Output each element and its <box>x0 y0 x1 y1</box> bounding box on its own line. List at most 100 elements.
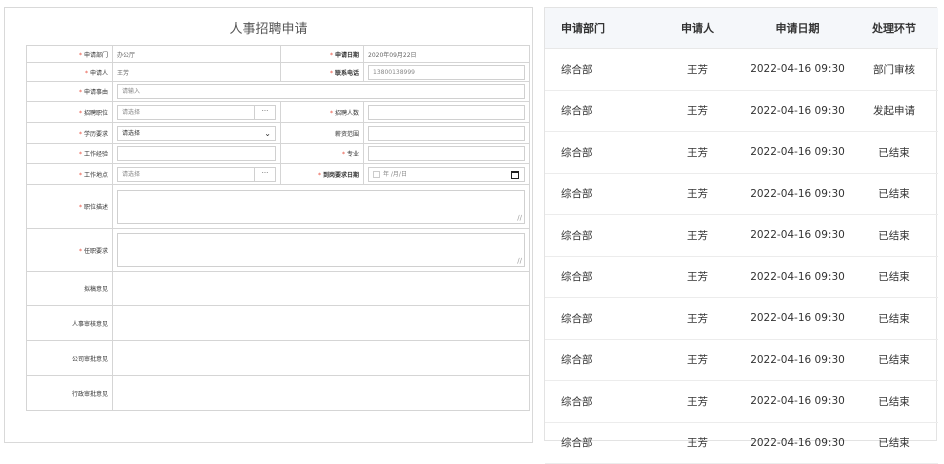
table-row[interactable]: 综合部 王芳 2022-04-16 09:30 已结束 <box>545 422 938 464</box>
row-date: 2022-04-16 09:30 <box>745 339 850 381</box>
row-applicant: 王芳 <box>650 131 745 174</box>
application-list-panel: 申请部门 申请人 申请日期 处理环节 综合部 王芳 2022-04-16 09:30… <box>544 7 938 464</box>
chevron-down-icon: ⌄ <box>264 128 271 138</box>
desc-label: * 职位描述 <box>26 184 113 229</box>
reason-input[interactable]: 请输入 <box>117 84 525 99</box>
row-date: 2022-04-16 09:30 <box>745 256 850 298</box>
row-dept: 综合部 <box>545 90 650 132</box>
row-stage: 已结束 <box>850 380 938 423</box>
admin-cell <box>112 375 530 411</box>
arrival-placeholder: 年 /月/日 <box>383 170 407 178</box>
row-date: 2022-04-16 09:30 <box>745 214 850 257</box>
row-date: 2022-04-16 09:30 <box>745 422 850 464</box>
row-applicant: 王芳 <box>650 380 745 423</box>
row-stage: 已结束 <box>850 214 938 257</box>
row-applicant: 王芳 <box>650 48 745 91</box>
row-stage: 已结束 <box>850 173 938 215</box>
row-applicant: 王芳 <box>650 256 745 298</box>
row-date: 2022-04-16 09:30 <box>745 173 850 215</box>
calendar-placeholder-icon <box>373 170 380 178</box>
date-value: 2020年09月22日 <box>363 45 530 63</box>
duty-textarea[interactable]: ∕∕ <box>117 233 525 267</box>
proposal-cell <box>112 271 530 306</box>
recruitment-form-panel: 人事招聘申请 * 申请部门 办公厅 * 申请日期 2020年09月22日 * 申请人 … <box>4 7 533 443</box>
hr-cell <box>112 305 530 341</box>
major-input[interactable] <box>368 146 525 161</box>
row-applicant: 王芳 <box>650 297 745 340</box>
position-label: * 招聘职位 <box>26 101 113 123</box>
major-label: * 专业 <box>280 143 364 164</box>
row-stage: 已结束 <box>850 339 938 381</box>
row-date: 2022-04-16 09:30 <box>745 48 850 91</box>
row-applicant: 王芳 <box>650 214 745 257</box>
duty-label: * 任职要求 <box>26 228 113 272</box>
table-row[interactable]: 综合部 王芳 2022-04-16 09:30 已结束 <box>545 131 938 174</box>
location-browse-button[interactable]: ··· <box>254 167 275 181</box>
calendar-icon[interactable] <box>511 170 519 179</box>
row-stage: 已结束 <box>850 131 938 174</box>
arrival-label: * 到岗要求日期 <box>280 163 364 185</box>
row-dept: 综合部 <box>545 173 650 215</box>
proposal-label: 拟稿意见 <box>26 271 113 306</box>
row-date: 2022-04-16 09:30 <box>745 90 850 132</box>
edu-label: * 学历要求 <box>26 122 113 144</box>
table-row[interactable]: 综合部 王芳 2022-04-16 09:30 已结束 <box>545 214 938 257</box>
row-dept: 综合部 <box>545 131 650 174</box>
resize-grip-icon[interactable]: ∕∕ <box>517 214 522 222</box>
header-date: 申请日期 <box>745 8 850 49</box>
position-picker[interactable]: 请选择 ··· <box>117 104 276 120</box>
resize-grip-icon[interactable]: ∕∕ <box>517 258 522 265</box>
list-body: 综合部 王芳 2022-04-16 09:30 部门审核 综合部 王芳 2022-04-16… <box>545 48 938 464</box>
row-applicant: 王芳 <box>650 339 745 381</box>
table-row[interactable]: 综合部 王芳 2022-04-16 09:30 部门审核 <box>545 48 938 91</box>
application-list-table: 申请部门 申请人 申请日期 处理环节 综合部 王芳 2022-04-16 09:30… <box>545 8 938 464</box>
table-row[interactable]: 综合部 王芳 2022-04-16 09:30 发起申请 <box>545 90 938 132</box>
position-browse-button[interactable]: ··· <box>254 105 275 119</box>
count-label: * 招聘人数 <box>280 101 364 123</box>
row-applicant: 王芳 <box>650 173 745 215</box>
row-dept: 综合部 <box>545 297 650 340</box>
exp-input[interactable] <box>117 146 276 161</box>
salary-input[interactable] <box>368 125 525 141</box>
table-row[interactable]: 综合部 王芳 2022-04-16 09:30 已结束 <box>545 339 938 381</box>
date-label: * 申请日期 <box>280 45 364 63</box>
row-date: 2022-04-16 09:30 <box>745 380 850 423</box>
table-row[interactable]: 综合部 王芳 2022-04-16 09:30 已结束 <box>545 297 938 340</box>
table-row[interactable]: 综合部 王芳 2022-04-16 09:30 已结束 <box>545 256 938 298</box>
row-dept: 综合部 <box>545 214 650 257</box>
row-applicant: 王芳 <box>650 422 745 464</box>
location-label: * 工作地点 <box>26 163 113 185</box>
row-dept: 综合部 <box>545 339 650 381</box>
list-header-row: 申请部门 申请人 申请日期 处理环节 <box>545 8 938 49</box>
dept-label: * 申请部门 <box>26 45 113 63</box>
header-applicant: 申请人 <box>650 8 745 49</box>
salary-label: 薪资范围 <box>280 122 364 144</box>
row-stage: 发起申请 <box>850 90 938 132</box>
applicant-label: * 申请人 <box>26 62 113 82</box>
admin-label: 行政审批意见 <box>26 375 113 411</box>
edu-select[interactable]: 请选择 ⌄ <box>117 125 276 141</box>
phone-field[interactable]: 13800138999 <box>368 64 525 80</box>
row-stage: 已结束 <box>850 422 938 464</box>
row-stage: 部门审核 <box>850 48 938 91</box>
row-dept: 综合部 <box>545 256 650 298</box>
arrival-date-input[interactable]: 年 /月/日 <box>368 166 525 182</box>
exp-label: * 工作经验 <box>26 143 113 164</box>
count-input[interactable] <box>368 104 525 120</box>
header-stage: 处理环节 <box>850 8 938 49</box>
table-row[interactable]: 综合部 王芳 2022-04-16 09:30 已结束 <box>545 173 938 215</box>
row-date: 2022-04-16 09:30 <box>745 131 850 174</box>
company-label: 公司审批意见 <box>26 340 113 376</box>
location-picker[interactable]: 请选择 ··· <box>117 166 276 182</box>
table-row[interactable]: 综合部 王芳 2022-04-16 09:30 已结束 <box>545 380 938 423</box>
reason-label: * 申请事由 <box>26 81 113 102</box>
edu-selected: 请选择 <box>122 129 141 137</box>
recruitment-form-table: * 申请部门 办公厅 * 申请日期 2020年09月22日 * 申请人 王芳 * 联系电… <box>26 45 530 411</box>
applicant-value: 王芳 <box>112 62 281 82</box>
position-placeholder: 请选择 <box>122 108 141 116</box>
row-applicant: 王芳 <box>650 90 745 132</box>
location-placeholder: 请选择 <box>122 170 141 178</box>
company-cell <box>112 340 530 376</box>
hr-label: 人事审核意见 <box>26 305 113 341</box>
desc-textarea[interactable]: ∕∕ <box>117 189 525 224</box>
